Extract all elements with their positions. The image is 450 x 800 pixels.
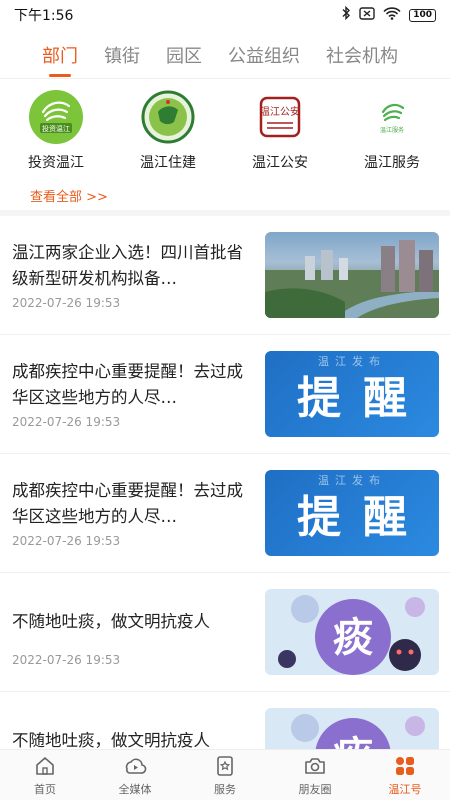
thumbnail-caption: 温江发布 <box>318 474 386 487</box>
tab-department[interactable]: 部门 <box>42 42 78 68</box>
category-tabs: 部门 镇街 园区 公益组织 社会机构 <box>0 32 450 78</box>
bottom-nav: 首页 全媒体 服务 朋友圈 温江号 <box>0 749 450 800</box>
news-list: 温江两家企业入选！四川首批省级新型研发机构拟备… 2022-07-26 19:5… <box>0 210 450 800</box>
nav-moments[interactable]: 朋友圈 <box>270 750 360 800</box>
tab-social-institution[interactable]: 社会机构 <box>326 42 398 68</box>
news-title: 不随地吐痰，做文明抗疫人 <box>12 612 210 631</box>
news-date: 2022-07-26 19:53 <box>12 296 121 310</box>
account-item-invest-wenjiang[interactable]: 投资温江 投资温江 <box>0 90 112 174</box>
see-all-link[interactable]: 查看全部 >> <box>30 186 108 205</box>
news-thumbnail-city-skyline <box>265 232 439 318</box>
apps-icon <box>396 756 414 775</box>
news-date: 2022-07-26 19:53 <box>12 534 121 548</box>
news-thumbnail-virus: 痰 <box>265 589 439 675</box>
svg-text:投资温江: 投资温江 <box>42 124 70 133</box>
status-time: 下午1:56 <box>14 8 74 24</box>
nav-label: 朋友圈 <box>298 782 332 796</box>
account-list: 投资温江 投资温江 温江住建 温江公安 温江公安 温江服务 温江服务 <box>0 90 450 174</box>
camera-icon <box>305 757 325 774</box>
svg-text:痰: 痰 <box>333 615 373 661</box>
news-item[interactable]: 成都疾控中心重要提醒！去过成华区这些地方的人尽… 2022-07-26 19:5… <box>0 335 450 454</box>
news-thumbnail-reminder: 温江发布 提醒 <box>265 470 439 556</box>
home-icon <box>36 756 54 775</box>
nav-label: 首页 <box>34 782 56 796</box>
account-name: 温江服务 <box>364 155 420 171</box>
news-date: 2022-07-26 19:53 <box>12 653 121 667</box>
account-item-wenjiang-service[interactable]: 温江服务 温江服务 <box>336 90 448 174</box>
tab-town-street[interactable]: 镇街 <box>104 42 140 68</box>
news-title: 温江两家企业入选！四川首批省级新型研发机构拟备… <box>12 243 243 288</box>
status-icons: 100 <box>341 5 436 24</box>
sim-off-icon <box>359 6 375 24</box>
thumbnail-caption: 温江发布 <box>318 355 386 368</box>
wenjiang-housing-logo <box>141 90 195 144</box>
nav-service[interactable]: 服务 <box>180 750 270 800</box>
thumbnail-headline: 提醒 <box>297 373 429 424</box>
media-icon <box>125 758 147 774</box>
news-title: 成都疾控中心重要提醒！去过成华区这些地方的人尽… <box>12 362 243 407</box>
thumbnail-headline: 提醒 <box>297 492 429 543</box>
tabs-divider <box>0 78 450 79</box>
bluetooth-icon <box>341 5 351 24</box>
news-item[interactable]: 温江两家企业入选！四川首批省级新型研发机构拟备… 2022-07-26 19:5… <box>0 216 450 335</box>
service-icon <box>217 755 233 776</box>
svg-text:温江公安: 温江公安 <box>260 105 300 118</box>
news-title: 成都疾控中心重要提醒！去过成华区这些地方的人尽… <box>12 481 243 526</box>
status-bar: 下午1:56 100 <box>0 0 450 30</box>
svg-text:温江服务: 温江服务 <box>380 126 404 134</box>
account-name: 温江公安 <box>252 155 308 171</box>
news-date: 2022-07-26 19:53 <box>12 415 121 429</box>
account-name: 投资温江 <box>28 155 84 171</box>
nav-wenjiang-account[interactable]: 温江号 <box>360 750 450 800</box>
news-item[interactable]: 不随地吐痰，做文明抗疫人 2022-07-26 19:53 痰 <box>0 573 450 692</box>
battery-indicator: 100 <box>409 8 436 22</box>
invest-wenjiang-logo: 投资温江 <box>29 90 83 144</box>
tab-park[interactable]: 园区 <box>166 42 202 68</box>
nav-label: 温江号 <box>388 782 422 796</box>
wenjiang-service-logo: 温江服务 <box>365 90 419 144</box>
wenjiang-police-seal-logo: 温江公安 <box>253 90 307 144</box>
tab-public-welfare[interactable]: 公益组织 <box>228 42 300 68</box>
nav-home[interactable]: 首页 <box>0 750 90 800</box>
nav-label: 服务 <box>214 782 236 796</box>
news-thumbnail-reminder: 温江发布 提醒 <box>265 351 439 437</box>
account-item-wenjiang-housing[interactable]: 温江住建 <box>112 90 224 174</box>
news-item[interactable]: 成都疾控中心重要提醒！去过成华区这些地方的人尽… 2022-07-26 19:5… <box>0 454 450 573</box>
wifi-icon <box>383 6 401 24</box>
nav-media[interactable]: 全媒体 <box>90 750 180 800</box>
account-item-wenjiang-police[interactable]: 温江公安 温江公安 <box>224 90 336 174</box>
nav-label: 全媒体 <box>118 782 152 796</box>
account-name: 温江住建 <box>140 155 196 171</box>
